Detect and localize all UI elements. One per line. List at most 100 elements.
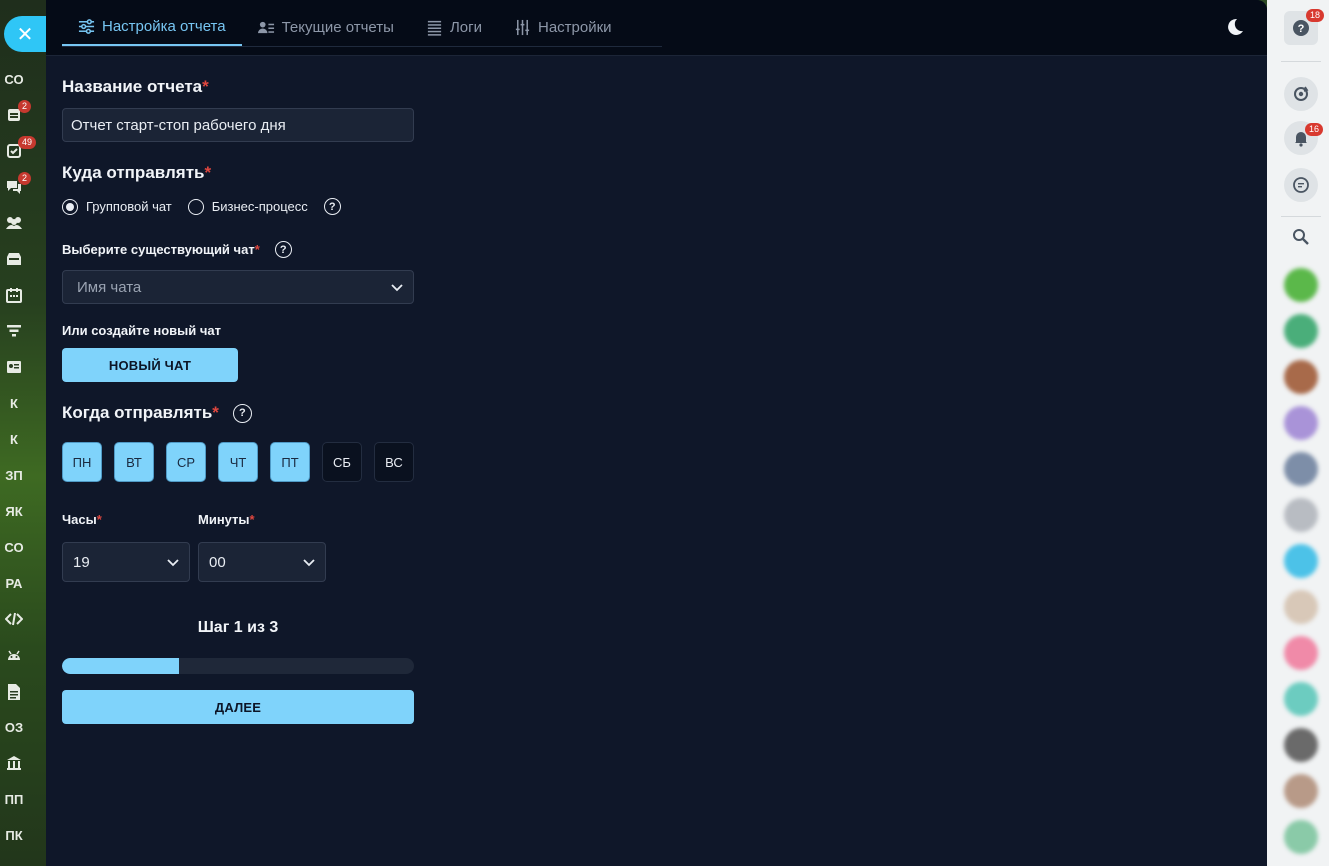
report-name-input[interactable]: Отчет старт-стоп рабочего дня xyxy=(62,108,414,142)
day-wed-toggle[interactable]: СР xyxy=(166,442,206,482)
chat-select-placeholder: Имя чата xyxy=(77,278,142,296)
calendar-icon xyxy=(6,288,22,303)
sidebar-item-employees[interactable] xyxy=(0,215,28,231)
funnel-icon xyxy=(7,325,21,337)
tab-label: Настройки xyxy=(537,19,612,36)
moon-icon[interactable] xyxy=(1223,16,1245,38)
report-name-label: Название отчета* xyxy=(62,77,209,96)
sidebar-item-co2[interactable]: СО xyxy=(0,540,28,555)
avatar[interactable] xyxy=(1284,360,1318,394)
help-icon[interactable]: ? xyxy=(323,198,341,215)
divider xyxy=(1281,61,1321,62)
hours-label: Часы* xyxy=(62,512,102,527)
sliders-icon xyxy=(78,19,95,34)
avatar[interactable] xyxy=(1284,728,1318,762)
avatar[interactable] xyxy=(1284,314,1318,348)
close-slider-button[interactable]: ✕ xyxy=(4,16,46,52)
avatar[interactable] xyxy=(1284,544,1318,578)
minutes-value: 00 xyxy=(209,553,226,571)
sync-icon xyxy=(1294,86,1309,101)
contact-card-icon xyxy=(7,361,21,373)
sidebar-item-docs[interactable] xyxy=(0,683,28,701)
radio-group-chat-label: Групповой чат xyxy=(86,199,172,214)
notification-badge: 2 xyxy=(18,172,32,185)
tab-current-reports[interactable]: Текущие отчеты xyxy=(242,9,410,46)
close-icon: ✕ xyxy=(16,22,34,46)
day-mon-toggle[interactable]: ПН xyxy=(62,442,102,482)
minutes-select[interactable]: 00 xyxy=(198,542,326,582)
notification-badge: 49 xyxy=(18,136,37,149)
sidebar-item-k1[interactable]: К xyxy=(0,396,28,411)
day-fri-toggle[interactable]: ПТ xyxy=(270,442,310,482)
right-sidebar: ? 18 16 xyxy=(1267,0,1329,866)
help-icon[interactable]: ? xyxy=(232,403,252,423)
sidebar-item-k2[interactable]: К xyxy=(0,432,28,447)
sidebar-item-bots[interactable] xyxy=(0,647,28,663)
sidebar-item-oz[interactable]: ОЗ xyxy=(0,720,28,735)
chevron-down-icon xyxy=(391,284,403,292)
avatar[interactable] xyxy=(1284,590,1318,624)
sidebar-item-bank[interactable] xyxy=(0,755,28,771)
hours-select[interactable]: 19 xyxy=(62,542,190,582)
user-list-icon xyxy=(257,21,274,34)
avatar[interactable] xyxy=(1284,636,1318,670)
top-bar: Настройка отчета Текущие отчеты Логи Нас… xyxy=(46,0,1267,56)
avatar[interactable] xyxy=(1284,268,1318,302)
sidebar-item-yak[interactable]: ЯК xyxy=(0,504,28,519)
avatar[interactable] xyxy=(1284,774,1318,808)
sidebar-item-co[interactable]: СО xyxy=(0,72,28,87)
help-badge: 18 xyxy=(1306,9,1325,22)
users-group-icon xyxy=(6,217,22,229)
chevron-down-icon xyxy=(303,559,315,567)
chat-search-button[interactable] xyxy=(1284,168,1318,202)
avatar[interactable] xyxy=(1284,498,1318,532)
notification-badge: 2 xyxy=(18,100,32,113)
day-tue-toggle[interactable]: ВТ xyxy=(114,442,154,482)
avatar[interactable] xyxy=(1284,820,1318,854)
sidebar-item-code[interactable] xyxy=(0,611,28,627)
search-icon xyxy=(1293,229,1309,245)
log-lines-icon xyxy=(427,20,442,36)
sidebar-item-calendar[interactable] xyxy=(0,287,28,303)
chat-select[interactable]: Имя чата xyxy=(62,270,414,304)
radio-business-process[interactable] xyxy=(187,198,204,215)
next-button[interactable]: ДАЛЕЕ xyxy=(62,690,414,724)
bank-icon xyxy=(7,756,21,770)
avatar[interactable] xyxy=(1284,452,1318,486)
sidebar-item-crm[interactable] xyxy=(0,323,28,339)
sidebar-item-inbox[interactable] xyxy=(0,251,28,267)
radio-group-chat[interactable] xyxy=(62,198,78,215)
help-icon[interactable]: ? xyxy=(274,241,292,258)
code-icon xyxy=(5,612,23,626)
day-thu-toggle[interactable]: ЧТ xyxy=(218,442,258,482)
sidebar-item-pp[interactable]: ПП xyxy=(0,792,28,807)
report-settings-panel: Настройка отчета Текущие отчеты Логи Нас… xyxy=(46,0,1267,866)
search-button[interactable] xyxy=(1284,220,1318,254)
avatar[interactable] xyxy=(1284,682,1318,716)
day-sat-toggle[interactable]: СБ xyxy=(322,442,362,482)
sidebar-item-ra[interactable]: РА xyxy=(0,576,28,591)
new-chat-button[interactable]: НОВЫЙ ЧАТ xyxy=(62,348,238,382)
where-to-send-label: Куда отправлять* xyxy=(62,163,212,182)
sidebar-item-zp[interactable]: ЗП xyxy=(0,468,28,483)
help-icon: ? xyxy=(1293,20,1309,36)
progress-bar xyxy=(62,658,414,674)
tab-logs[interactable]: Логи xyxy=(410,9,498,46)
day-sun-toggle[interactable]: ВС xyxy=(374,442,414,482)
notifications-badge: 16 xyxy=(1305,123,1324,136)
left-sidebar: ✕ СО 2 49 2 К К ЗП ЯК СО РА ОЗ ПП ПК xyxy=(0,0,46,866)
sidebar-item-pk[interactable]: ПК xyxy=(0,828,28,843)
when-to-send-label: Когда отправлять * ? xyxy=(62,403,252,423)
avatar[interactable] xyxy=(1284,406,1318,440)
inbox-icon xyxy=(7,253,21,265)
settings-sliders-icon xyxy=(515,19,530,36)
minutes-label: Минуты* xyxy=(198,512,255,527)
svg-text:?: ? xyxy=(1298,23,1305,35)
tab-settings[interactable]: Настройки xyxy=(498,9,628,46)
sync-button[interactable] xyxy=(1284,77,1318,111)
sidebar-item-contacts[interactable] xyxy=(0,359,28,375)
tab-bar: Настройка отчета Текущие отчеты Логи Нас… xyxy=(62,9,662,47)
chat-search-icon xyxy=(1293,177,1309,193)
tab-report-setup[interactable]: Настройка отчета xyxy=(62,9,242,46)
destination-radio-group: Групповой чат Бизнес-процесс ? xyxy=(62,198,341,215)
